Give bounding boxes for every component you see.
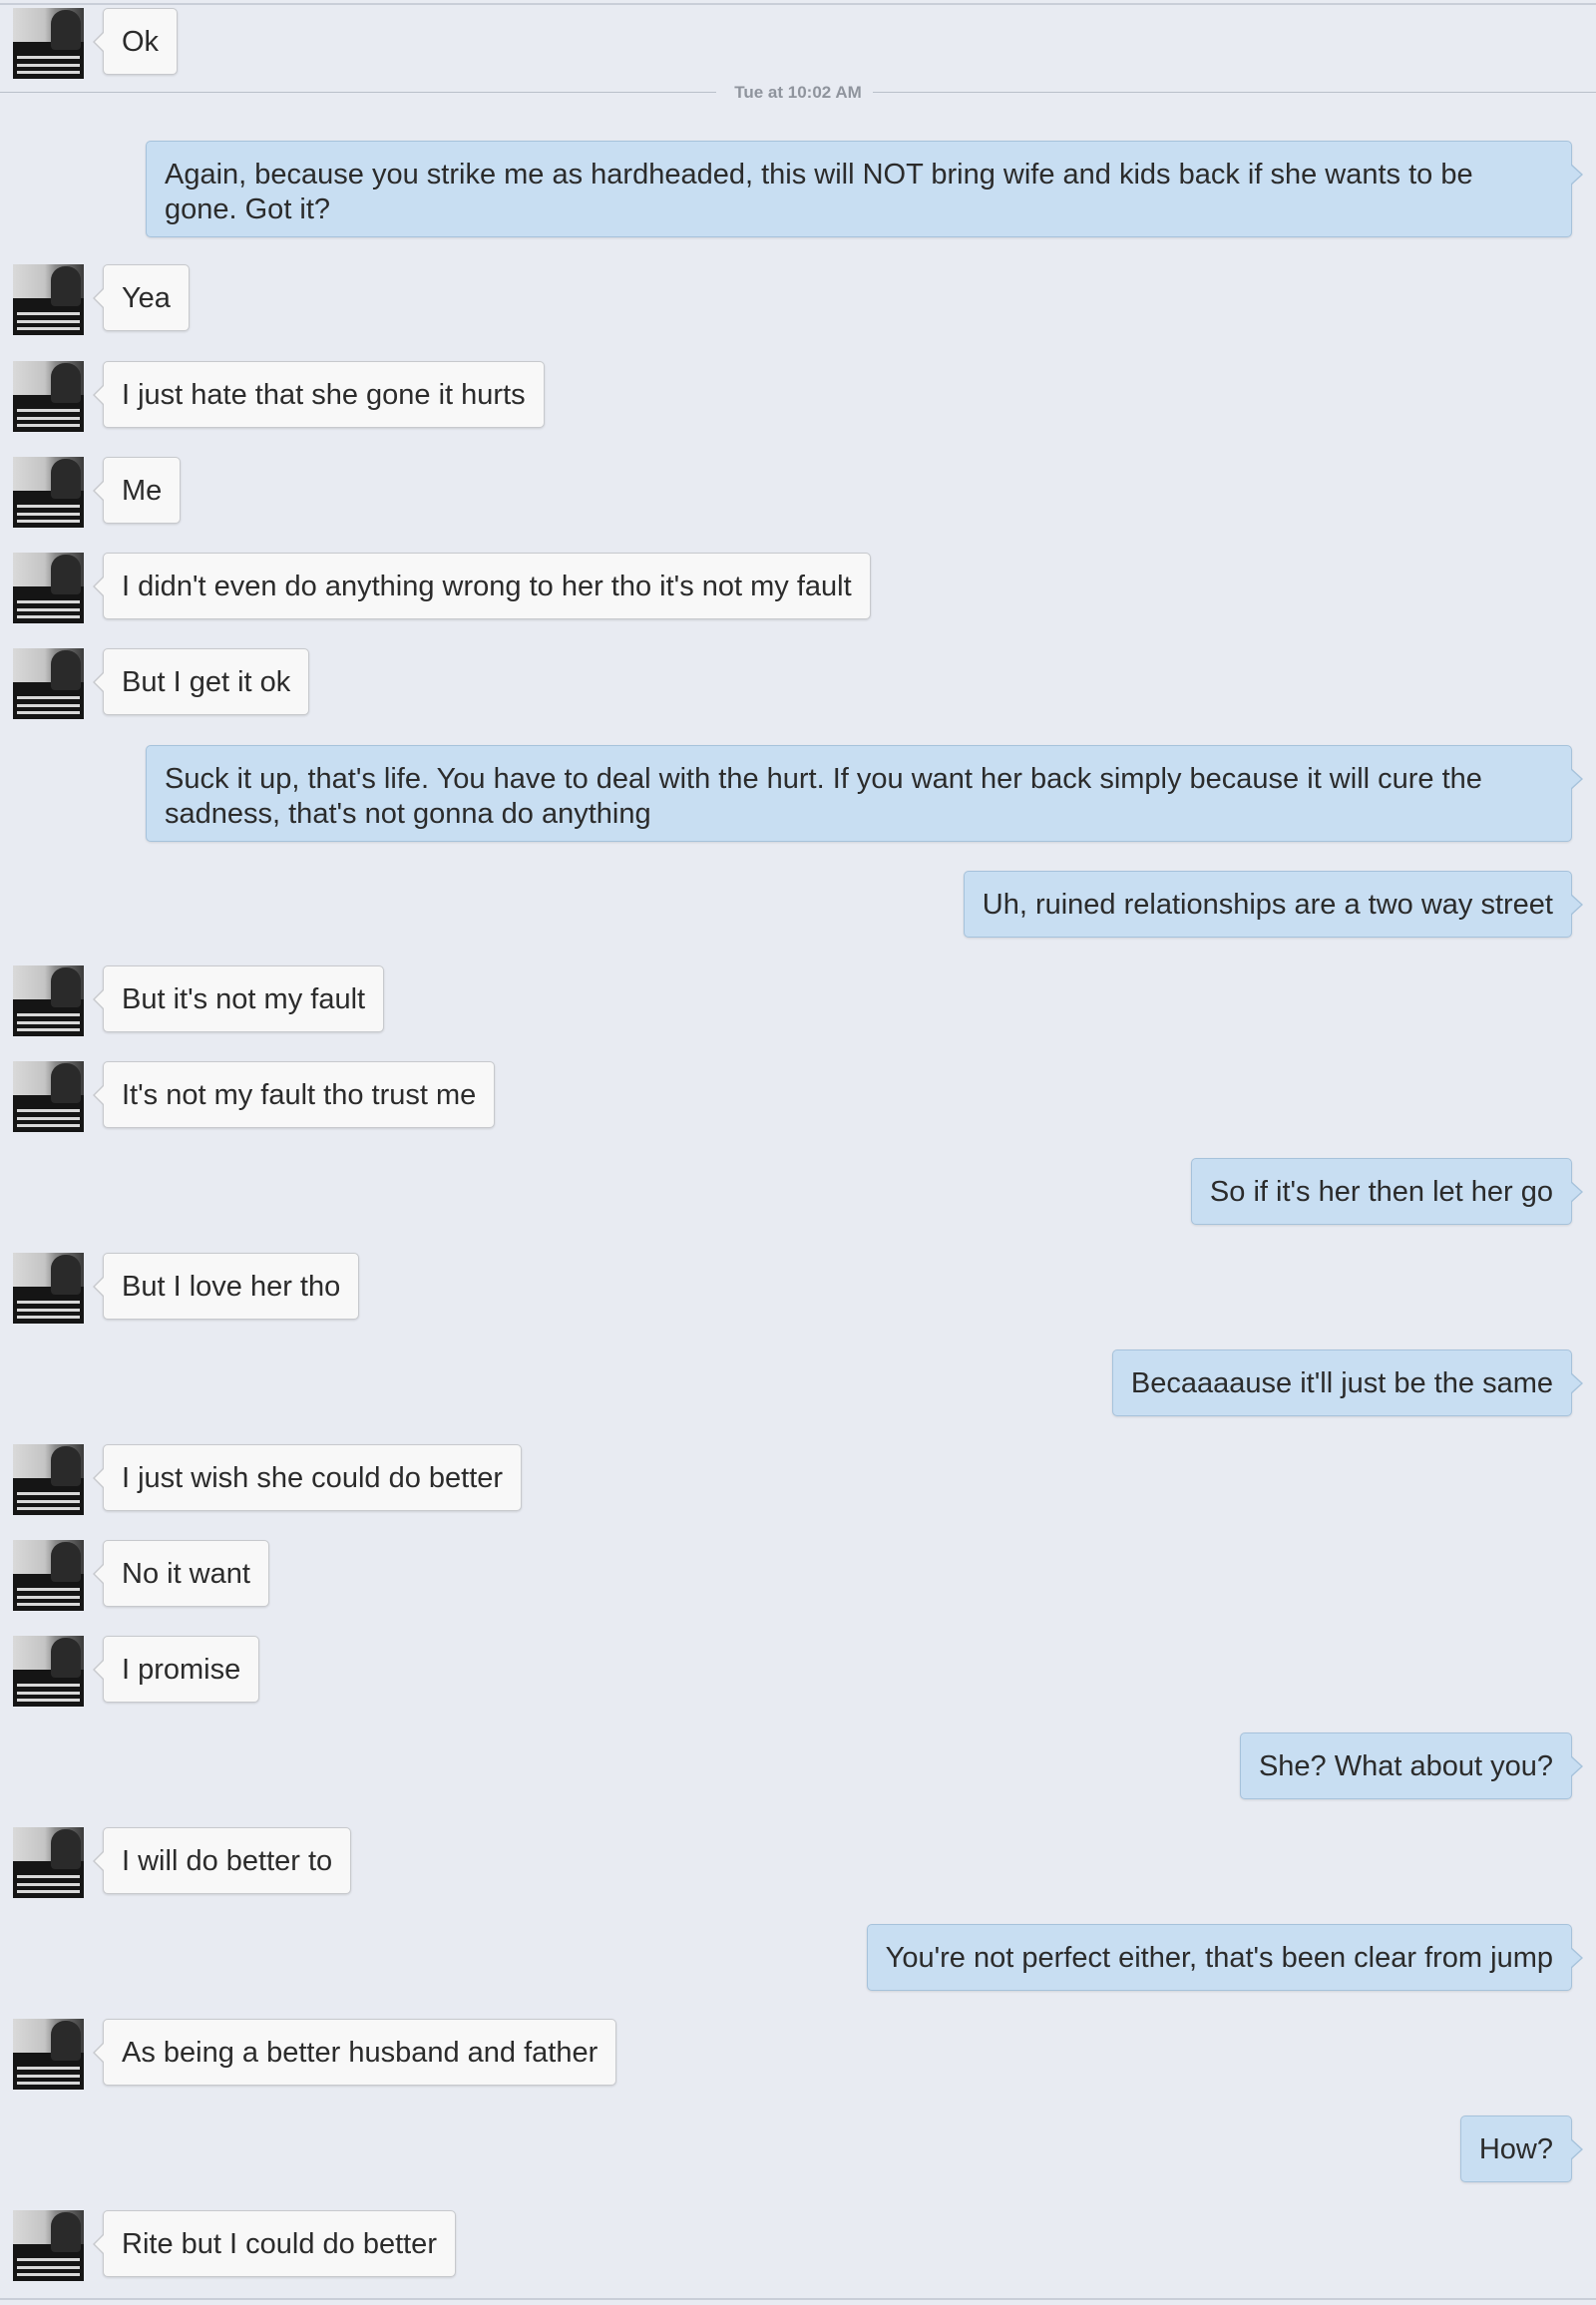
message-bubble-incoming[interactable]: But I love her tho	[92, 1253, 360, 1320]
message-bubble-incoming[interactable]: Yea	[93, 264, 190, 331]
contact-avatar[interactable]	[13, 457, 84, 528]
contact-avatar[interactable]	[13, 1061, 84, 1132]
message-bubble-incoming[interactable]: Rite but I could do better	[93, 2210, 456, 2277]
message-bubble-outgoing[interactable]: You're not perfect either, that's been c…	[866, 1924, 1584, 1991]
contact-avatar[interactable]	[13, 264, 84, 335]
message-bubble-incoming[interactable]: But I get it ok	[92, 648, 310, 715]
bottom-divider	[0, 2298, 1596, 2300]
message-bubble-outgoing[interactable]: She? What about you?	[1239, 1732, 1584, 1799]
contact-avatar[interactable]	[13, 553, 84, 623]
contact-avatar[interactable]	[13, 1253, 84, 1324]
message-bubble-incoming[interactable]: I promise	[92, 1636, 260, 1703]
top-divider	[0, 3, 1596, 5]
contact-avatar[interactable]	[13, 1540, 84, 1611]
contact-avatar[interactable]	[13, 1444, 84, 1515]
contact-avatar[interactable]	[13, 1827, 84, 1898]
message-bubble-outgoing[interactable]: Uh, ruined relationships are a two way s…	[963, 871, 1584, 938]
contact-avatar[interactable]	[13, 361, 84, 432]
message-bubble-incoming[interactable]: No it want	[93, 1540, 269, 1607]
timestamp-label: Tue at 10:02 AM	[734, 83, 862, 102]
contact-avatar[interactable]	[13, 2019, 84, 2090]
message-bubble-incoming[interactable]: I didn't even do anything wrong to her t…	[93, 553, 871, 619]
contact-avatar[interactable]	[13, 648, 84, 719]
message-bubble-incoming[interactable]: Ok	[92, 8, 179, 75]
contact-avatar[interactable]	[13, 2210, 84, 2281]
message-bubble-outgoing[interactable]: So if it's her then let her go	[1190, 1158, 1584, 1225]
message-bubble-incoming[interactable]: As being a better husband and father	[92, 2019, 617, 2086]
message-bubble-incoming[interactable]: I just hate that she gone it hurts	[93, 361, 545, 428]
message-bubble-incoming[interactable]: I will do better to	[92, 1827, 352, 1894]
message-bubble-incoming[interactable]: Me	[92, 457, 182, 524]
message-bubble-outgoing[interactable]: Suck it up, that's life. You have to dea…	[146, 745, 1583, 842]
message-bubble-outgoing[interactable]: Again, because you strike me as hardhead…	[146, 141, 1583, 237]
contact-avatar[interactable]	[13, 8, 84, 79]
contact-avatar[interactable]	[13, 965, 84, 1036]
timestamp-divider: Tue at 10:02 AM	[0, 82, 1596, 104]
message-bubble-incoming[interactable]: It's not my fault tho trust me	[92, 1061, 496, 1128]
contact-avatar[interactable]	[13, 1636, 84, 1707]
message-bubble-outgoing[interactable]: Becaaaause it'll just be the same	[1111, 1349, 1584, 1416]
message-bubble-incoming[interactable]: But it's not my fault	[92, 965, 385, 1032]
message-bubble-outgoing[interactable]: How?	[1459, 2115, 1584, 2182]
message-bubble-incoming[interactable]: I just wish she could do better	[92, 1444, 523, 1511]
